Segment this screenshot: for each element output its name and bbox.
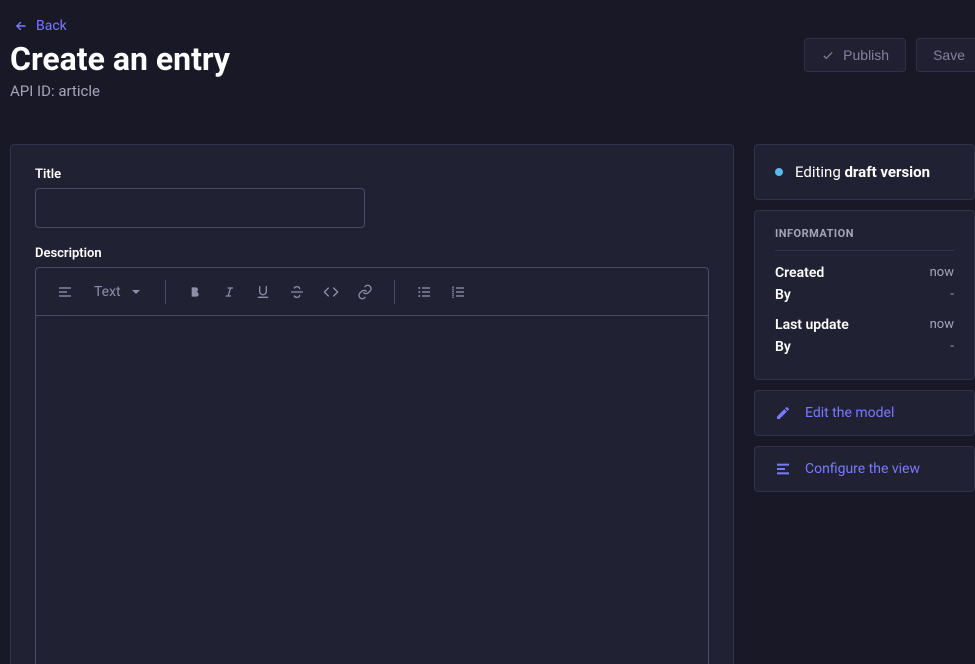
configure-view-link[interactable]: Configure the view [754, 446, 975, 492]
description-label: Description [35, 246, 709, 261]
info-row-updated-by: By - [775, 339, 954, 355]
strikethrough-icon [289, 284, 305, 300]
form-card: Title Description Text [10, 144, 734, 664]
info-row-created-by: By - [775, 287, 954, 303]
underline-icon [255, 284, 271, 300]
api-id: API ID: article [10, 82, 230, 100]
configure-view-label: Configure the view [805, 461, 920, 477]
bold-icon [187, 284, 203, 300]
code-icon [323, 284, 339, 300]
info-row-created: Created now [775, 265, 954, 281]
publish-button[interactable]: Publish [804, 38, 906, 72]
status-prefix: Editing [795, 163, 844, 181]
info-value: now [930, 265, 954, 281]
pencil-icon [775, 405, 791, 421]
italic-icon [221, 284, 237, 300]
code-button[interactable] [316, 277, 346, 307]
info-value: - [950, 339, 954, 355]
edit-model-link[interactable]: Edit the model [754, 390, 975, 436]
align-left-icon [57, 284, 73, 300]
status-dot-icon [775, 168, 783, 176]
save-button[interactable]: Save [916, 38, 975, 72]
edit-model-label: Edit the model [805, 405, 894, 421]
page-title: Create an entry [10, 40, 230, 78]
numbered-list-button[interactable] [443, 277, 473, 307]
description-input[interactable] [36, 316, 708, 664]
text-style-dropdown[interactable]: Text [84, 284, 151, 300]
strikethrough-button[interactable] [282, 277, 312, 307]
toolbar-separator [394, 280, 395, 304]
status-text: Editing draft version [795, 163, 930, 181]
back-link[interactable]: Back [10, 0, 67, 40]
information-heading: INFORMATION [775, 227, 954, 251]
numbered-list-icon [450, 284, 466, 300]
link-icon [357, 284, 373, 300]
link-button[interactable] [350, 277, 380, 307]
title-input[interactable] [35, 188, 365, 228]
align-left-button[interactable] [50, 277, 80, 307]
title-field: Title [35, 167, 709, 228]
arrow-left-icon [14, 19, 28, 33]
caret-down-icon [131, 287, 141, 297]
bullet-list-icon [416, 284, 432, 300]
status-version: draft version [844, 163, 930, 181]
description-field: Description Text [35, 246, 709, 664]
info-key: Last update [775, 317, 849, 333]
bullet-list-button[interactable] [409, 277, 439, 307]
info-key: By [775, 339, 791, 355]
bold-button[interactable] [180, 277, 210, 307]
info-value: - [950, 287, 954, 303]
info-key: By [775, 287, 791, 303]
text-style-label: Text [94, 284, 121, 300]
check-icon [821, 48, 835, 62]
info-row-updated: Last update now [775, 317, 954, 333]
publish-label: Publish [843, 47, 889, 63]
italic-button[interactable] [214, 277, 244, 307]
header-actions: Publish Save [804, 38, 975, 72]
back-label: Back [36, 18, 67, 34]
layout-icon [775, 461, 791, 477]
title-label: Title [35, 167, 709, 182]
information-card: INFORMATION Created now By - Last update… [754, 210, 975, 380]
rich-text-editor: Text [35, 267, 709, 664]
toolbar-separator [165, 280, 166, 304]
editor-toolbar: Text [36, 268, 708, 316]
status-card: Editing draft version [754, 144, 975, 200]
info-key: Created [775, 265, 824, 281]
save-label: Save [933, 47, 965, 63]
underline-button[interactable] [248, 277, 278, 307]
info-value: now [930, 317, 954, 333]
